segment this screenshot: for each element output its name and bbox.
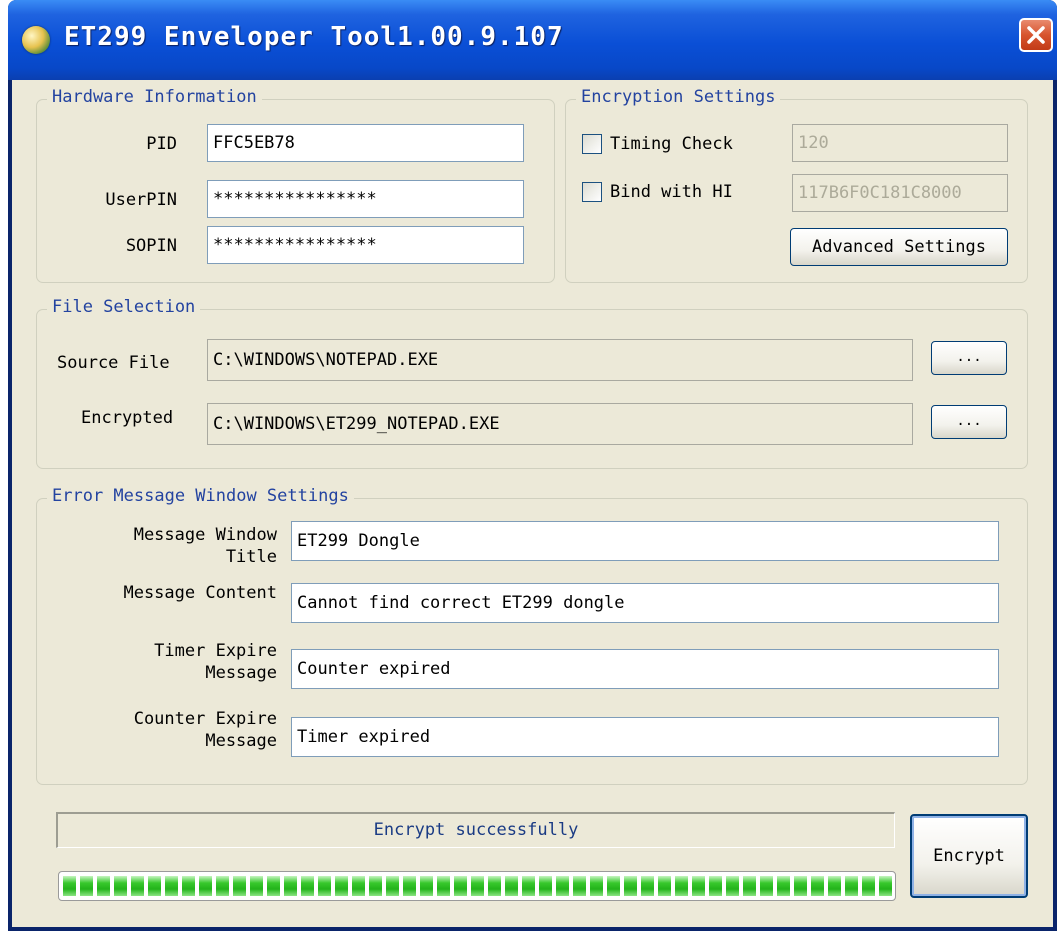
progress-segment — [879, 876, 892, 896]
hardware-id-input[interactable]: 117B6F0C181C8000 — [792, 174, 1008, 212]
progress-segment — [420, 876, 433, 896]
encrypted-file-path[interactable]: C:\WINDOWS\ET299_NOTEPAD.EXE — [207, 403, 913, 445]
progress-segment — [505, 876, 518, 896]
progress-segment — [454, 876, 467, 896]
progress-bar — [58, 871, 896, 901]
progress-segment — [182, 876, 195, 896]
progress-segment — [80, 876, 93, 896]
progress-segment — [811, 876, 824, 896]
progress-segment — [777, 876, 790, 896]
counter-expire-label-line2: Message — [205, 731, 277, 751]
progress-segment — [556, 876, 569, 896]
message-content-input[interactable]: Cannot find correct ET299 dongle — [291, 583, 999, 623]
browse-encrypted-button[interactable]: ... — [931, 405, 1007, 439]
progress-segment — [352, 876, 365, 896]
progress-segment — [743, 876, 756, 896]
message-window-title-label-line1: Message Window — [133, 525, 277, 545]
progress-segment — [233, 876, 246, 896]
bind-hi-label: Bind with HI — [610, 182, 733, 202]
progress-segment — [114, 876, 127, 896]
progress-segment — [641, 876, 654, 896]
progress-segment — [369, 876, 382, 896]
sopin-label: SOPIN — [125, 236, 177, 256]
hardware-info-legend: Hardware Information — [47, 87, 262, 107]
progress-segment — [148, 876, 161, 896]
progress-segment — [318, 876, 331, 896]
hardware-info-group: Hardware Information PID FFC5EB78 UserPI… — [36, 87, 555, 283]
close-button[interactable] — [1019, 18, 1053, 52]
message-content-label: Message Content — [123, 583, 277, 603]
message-window-title-input[interactable]: ET299 Dongle — [291, 521, 999, 561]
progress-segment — [199, 876, 212, 896]
progress-segment — [216, 876, 229, 896]
progress-segment — [250, 876, 263, 896]
timer-expire-label-line2: Message — [205, 663, 277, 683]
window-title: ET299 Enveloper Tool1.00.9.107 — [64, 22, 564, 52]
counter-expire-message-input[interactable]: Timer expired — [291, 717, 999, 757]
progress-segment — [437, 876, 450, 896]
progress-segment — [97, 876, 110, 896]
progress-segment — [539, 876, 552, 896]
progress-segment — [862, 876, 875, 896]
progress-segment — [658, 876, 671, 896]
message-window-title-label-line2: Title — [225, 547, 277, 567]
progress-segment — [131, 876, 144, 896]
encryption-settings-group: Encryption Settings Timing Check 120 Bin… — [565, 87, 1028, 283]
file-selection-legend: File Selection — [47, 297, 201, 317]
userpin-label: UserPIN — [105, 190, 177, 210]
progress-segment — [726, 876, 739, 896]
progress-segment — [845, 876, 858, 896]
encryption-settings-legend: Encryption Settings — [576, 87, 781, 107]
progress-segment — [828, 876, 841, 896]
progress-segment — [624, 876, 637, 896]
timer-expire-message-input[interactable]: Counter expired — [291, 649, 999, 689]
timer-expire-label-line1: Timer Expire — [154, 641, 277, 661]
bind-hi-checkbox[interactable] — [582, 182, 602, 202]
counter-expire-label-line1: Counter Expire — [133, 709, 277, 729]
error-message-settings-group: Error Message Window Settings Message Wi… — [36, 486, 1028, 785]
timing-value-input[interactable]: 120 — [792, 124, 1008, 162]
advanced-settings-button[interactable]: Advanced Settings — [790, 228, 1008, 266]
pid-label: PID — [146, 134, 177, 154]
title-bar[interactable]: ET299 Enveloper Tool1.00.9.107 — [8, 0, 1057, 80]
app-icon — [22, 26, 50, 54]
timing-check-label: Timing Check — [610, 134, 733, 154]
progress-segment — [63, 876, 76, 896]
timing-check-checkbox[interactable] — [582, 134, 602, 154]
client-area: Hardware Information PID FFC5EB78 UserPI… — [12, 80, 1053, 927]
sopin-input[interactable]: **************** — [207, 226, 524, 264]
progress-segment — [301, 876, 314, 896]
progress-fill — [63, 876, 892, 896]
status-message: Encrypt successfully — [56, 812, 895, 848]
progress-segment — [403, 876, 416, 896]
source-file-path[interactable]: C:\WINDOWS\NOTEPAD.EXE — [207, 339, 913, 381]
app-window: ET299 Enveloper Tool1.00.9.107 Hardware … — [8, 0, 1057, 931]
close-icon — [1027, 26, 1045, 44]
progress-segment — [267, 876, 280, 896]
progress-segment — [335, 876, 348, 896]
progress-segment — [760, 876, 773, 896]
encrypted-file-label: Encrypted — [81, 408, 174, 428]
progress-segment — [675, 876, 688, 896]
progress-segment — [165, 876, 178, 896]
progress-segment — [471, 876, 484, 896]
progress-segment — [522, 876, 535, 896]
progress-segment — [386, 876, 399, 896]
userpin-input[interactable]: **************** — [207, 180, 524, 218]
encrypt-button[interactable]: Encrypt — [910, 814, 1028, 898]
error-message-settings-legend: Error Message Window Settings — [47, 486, 354, 506]
progress-segment — [709, 876, 722, 896]
pid-input[interactable]: FFC5EB78 — [207, 124, 524, 162]
progress-segment — [692, 876, 705, 896]
progress-segment — [794, 876, 807, 896]
progress-segment — [590, 876, 603, 896]
source-file-label: Source File — [57, 353, 170, 373]
progress-segment — [284, 876, 297, 896]
progress-segment — [607, 876, 620, 896]
file-selection-group: File Selection Source File C:\WINDOWS\NO… — [36, 297, 1028, 469]
progress-segment — [488, 876, 501, 896]
browse-source-button[interactable]: ... — [931, 341, 1007, 375]
progress-segment — [573, 876, 586, 896]
